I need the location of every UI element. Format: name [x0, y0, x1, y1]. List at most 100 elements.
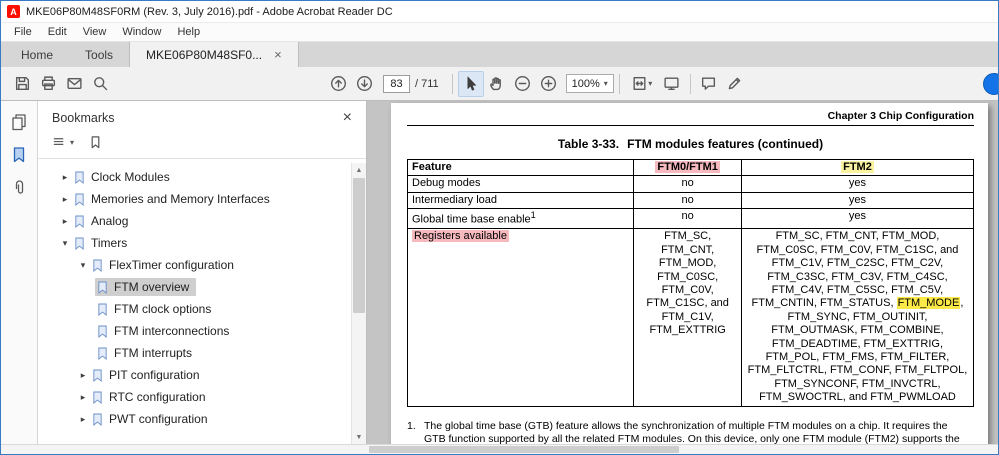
zoom-out-button[interactable] [510, 71, 536, 97]
footnote: 1. The global time base (GTB) feature al… [407, 420, 974, 444]
bookmark-item-analog[interactable]: ▸ Analog [38, 210, 366, 232]
reading-mode-button[interactable] [659, 71, 685, 97]
chapter-header: Chapter 3 Chip Configuration [407, 110, 974, 126]
bookmark-item-clock-modules[interactable]: ▸ Clock Modules [38, 166, 366, 188]
hand-icon [490, 77, 502, 91]
bookmark-item-pwt-configuration[interactable]: ▸ PWT configuration [38, 408, 366, 430]
cell-ftm2: yes [740, 175, 975, 193]
hand-tool-button[interactable] [484, 71, 510, 97]
monitor-icon [664, 77, 679, 91]
zoom-level-dropdown[interactable]: 100% ▾ [565, 74, 614, 93]
bookmark-label: Memories and Memory Interfaces [91, 192, 270, 206]
chevron-right-icon[interactable]: ▸ [58, 172, 72, 183]
table-row-registers: Registers available FTM_SC, FTM_CNT, FTM… [406, 228, 975, 407]
scrollbar-thumb[interactable] [353, 178, 365, 313]
bookmark-item-timers[interactable]: ▾ Timers [38, 232, 366, 254]
bookmarks-tree: ▸ Clock Modules ▸ Memories and Memory In… [38, 159, 366, 430]
expand-current-bookmark-button[interactable] [88, 135, 103, 150]
print-icon [41, 76, 55, 91]
bookmarks-scrollbar[interactable]: ▲ ▼ [351, 163, 366, 444]
table-title: Table 3-33. FTM modules features (continu… [407, 137, 974, 151]
bookmark-label: Timers [91, 236, 128, 250]
bookmark-item-ftm-interconnections[interactable]: FTM interconnections [38, 320, 366, 342]
fill-sign-button[interactable] [722, 71, 748, 97]
tab-close-icon[interactable]: × [274, 48, 282, 61]
pdf-page: Chapter 3 Chip Configuration Table 3-33.… [391, 103, 988, 444]
bookmark-icon [75, 237, 84, 250]
toolbar: 83 / 711 100% ▾ ▾ [1, 67, 998, 101]
comment-bubble-icon [702, 77, 716, 90]
pencil-icon [729, 77, 741, 90]
account-avatar-partial[interactable] [983, 72, 998, 95]
tab-home[interactable]: Home [5, 42, 69, 67]
options-list-icon [53, 138, 64, 145]
header-feature: Feature [406, 158, 635, 177]
chevron-right-icon[interactable]: ▸ [58, 194, 72, 205]
chevron-down-icon: ▾ [70, 137, 75, 147]
page-fit-button[interactable]: ▾ [625, 71, 659, 97]
bookmark-label: FTM overview [114, 280, 190, 294]
menu-help[interactable]: Help [169, 23, 208, 41]
page-thumbnails-icon[interactable] [10, 113, 28, 131]
page-number-input[interactable]: 83 [383, 74, 410, 93]
zoom-in-button[interactable] [536, 71, 562, 97]
scroll-up-icon[interactable]: ▲ [352, 163, 366, 177]
bookmark-options-button[interactable]: ▾ [52, 135, 74, 150]
horizontal-scrollbar[interactable] [1, 444, 998, 454]
menu-edit[interactable]: Edit [40, 23, 75, 41]
adobe-reader-icon: A [7, 5, 20, 18]
chevron-down-icon[interactable]: ▾ [58, 238, 72, 249]
navigation-rail [1, 101, 38, 444]
bookmark-item-ftm-interrupts[interactable]: FTM interrupts [38, 342, 366, 364]
menu-window[interactable]: Window [114, 23, 169, 41]
print-button[interactable] [35, 71, 61, 97]
comment-button[interactable] [696, 71, 722, 97]
zoom-level-value: 100% [571, 77, 600, 90]
arrow-down-circle-icon [356, 76, 372, 91]
header-ftm2: FTM2 [740, 158, 975, 177]
select-tool-button[interactable] [457, 70, 484, 97]
menu-file[interactable]: File [6, 23, 40, 41]
next-page-button[interactable] [351, 71, 377, 97]
bookmark-item-ftm-clock-options[interactable]: FTM clock options [38, 298, 366, 320]
footnote-text: The global time base (GTB) feature allow… [424, 419, 960, 444]
tab-tools[interactable]: Tools [69, 42, 129, 67]
bookmark-item-flextimer-configuration[interactable]: ▾ FlexTimer configuration [38, 254, 366, 276]
attachments-icon[interactable] [10, 179, 28, 197]
menu-view[interactable]: View [75, 23, 115, 41]
bookmark-icon [98, 325, 107, 338]
save-icon [15, 76, 29, 91]
search-button[interactable] [87, 71, 113, 97]
ftm-features-table: Feature FTM0/FTM1 FTM2 Debug modes no ye… [406, 158, 975, 407]
chevron-right-icon[interactable]: ▸ [76, 370, 90, 381]
bookmark-item-ftm-overview[interactable]: FTM overview [38, 276, 366, 298]
bookmark-item-memories[interactable]: ▸ Memories and Memory Interfaces [38, 188, 366, 210]
fit-width-icon [633, 76, 646, 91]
bookmark-item-rtc-configuration[interactable]: ▸ RTC configuration [38, 386, 366, 408]
bookmarks-panel: Bookmarks × ▾ ▸ Clock Modules ▸ Memories… [38, 101, 367, 444]
tab-document-label: MKE06P80M48SF0... [146, 47, 263, 62]
cell-ftm01: no [633, 191, 742, 210]
window-title: MKE06P80M48SF0RM (Rev. 3, July 2016).pdf… [26, 5, 393, 18]
table-title-caption: FTM modules features (continued) [627, 137, 824, 151]
bookmark-label: Clock Modules [91, 170, 170, 184]
bookmark-icon [75, 171, 84, 184]
horizontal-scrollbar-thumb[interactable] [369, 446, 679, 453]
bookmarks-panel-title: Bookmarks [52, 111, 115, 125]
bookmarks-panel-icon[interactable] [10, 146, 28, 164]
close-icon[interactable]: × [343, 110, 352, 126]
save-button[interactable] [9, 71, 35, 97]
table-row: Global time base enable1 no yes [406, 208, 975, 230]
bookmark-item-pit-configuration[interactable]: ▸ PIT configuration [38, 364, 366, 386]
scroll-down-icon[interactable]: ▼ [352, 430, 366, 444]
tab-document[interactable]: MKE06P80M48SF0... × [129, 42, 299, 67]
table-row: Intermediary load no yes [406, 191, 975, 210]
chevron-right-icon[interactable]: ▸ [76, 392, 90, 403]
chevron-down-icon[interactable]: ▾ [76, 260, 90, 271]
previous-page-button[interactable] [325, 71, 351, 97]
cell-ftm01: no [633, 175, 742, 193]
chevron-right-icon[interactable]: ▸ [76, 414, 90, 425]
bookmark-icon [93, 413, 102, 426]
chevron-right-icon[interactable]: ▸ [58, 216, 72, 227]
email-button[interactable] [61, 71, 87, 97]
